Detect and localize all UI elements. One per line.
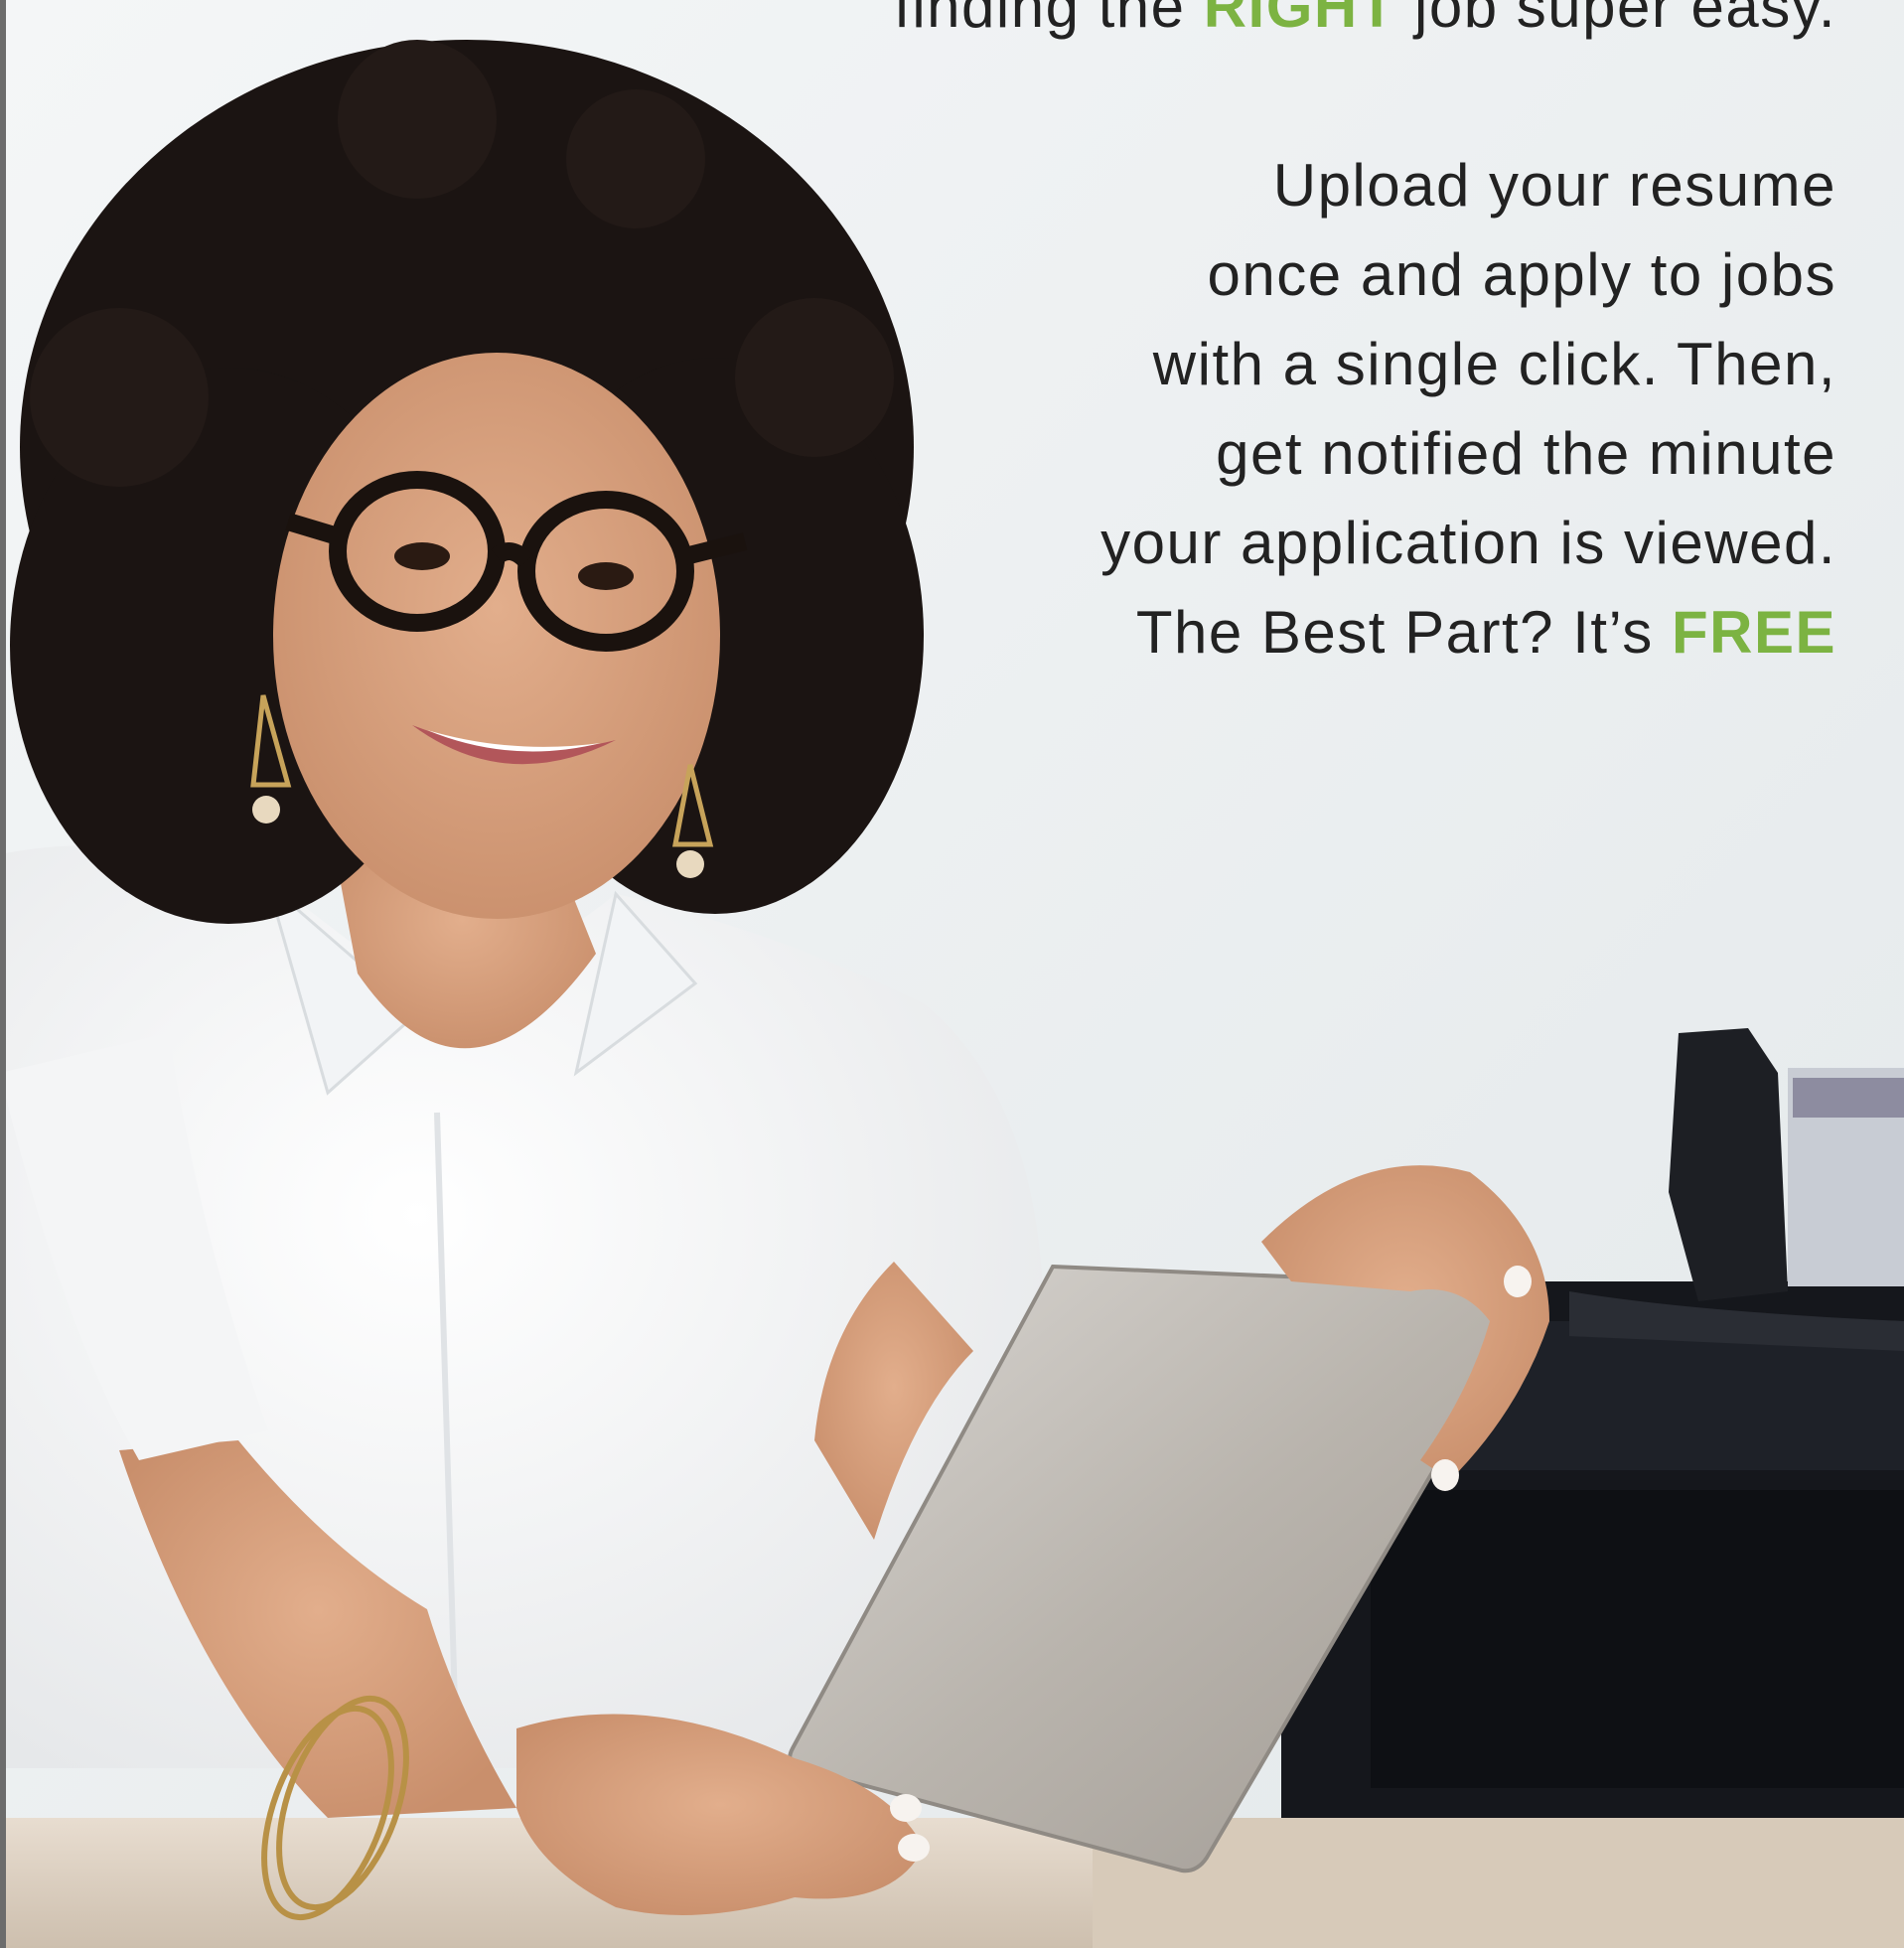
body-line-5: your application is viewed. (1100, 510, 1836, 576)
body-line-4: get notified the minute (1216, 420, 1836, 487)
headline-before: finding the (894, 0, 1204, 40)
headline-highlight: RIGHT (1203, 0, 1396, 40)
ad-canvas: finding the RIGHT job super easy. Upload… (0, 0, 1904, 1948)
closing-line: The Best Part? It’s FREE (664, 588, 1836, 677)
body-line-3: with a single click. Then, (1152, 331, 1836, 397)
left-border (0, 0, 6, 1948)
closing-highlight: FREE (1671, 599, 1836, 666)
body-line-2: once and apply to jobs (1207, 241, 1836, 308)
headline-line: finding the RIGHT job super easy. (664, 0, 1836, 52)
promo-text-block: finding the RIGHT job super easy. Upload… (664, 0, 1836, 677)
closing-before: The Best Part? It’s (1135, 599, 1672, 666)
text-spacer (664, 52, 1836, 141)
headline-after: job super easy. (1395, 0, 1836, 40)
body-line-1: Upload your resume (1272, 152, 1836, 219)
